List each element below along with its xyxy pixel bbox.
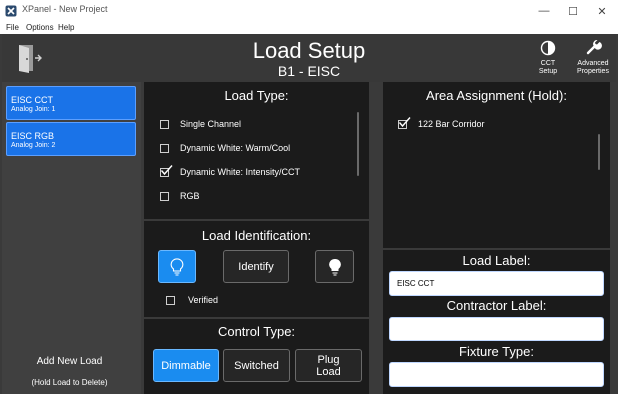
checkbox[interactable] [160,192,169,201]
load-item-name: EISC RGB [11,131,55,141]
scrollbar[interactable] [598,134,600,170]
cct-half-circle-icon [540,40,556,56]
lightbulb-outline-icon [170,257,184,275]
title-bar: XPanel - New Project — ☐ ✕ [0,0,618,22]
advanced-properties-button[interactable]: Advanced Properties [572,38,614,80]
load-label-title: Load Label: [462,253,531,268]
add-new-load-button[interactable]: Add New Load [2,356,137,367]
load-identification-title: Load Identification: [201,228,312,243]
control-type-title: Control Type: [217,324,296,339]
dimmable-button[interactable]: Dimmable [153,349,219,382]
cct-setup-label-line1: CCT [540,60,556,67]
load-type-list: Single Channel Dynamic White: Warm/Cool … [144,108,369,218]
load-type-title: Load Type: [224,88,289,103]
scrollbar[interactable] [357,112,359,176]
load-type-label: Single Channel [180,119,242,129]
minimize-button[interactable]: — [530,0,558,22]
load-item[interactable]: EISC RGB Analog Join: 2 [6,122,136,156]
menu-bar: File Options Help [0,22,618,34]
switched-button[interactable]: Switched [223,349,290,382]
identify-button[interactable]: Identify [223,250,289,283]
header: Load Setup B1 - EISC CCT Setup Advanced … [2,34,616,82]
area-panel: Area Assignment (Hold): 122 Bar Corridor… [383,82,610,394]
advanced-label-line2: Properties [577,68,609,75]
divider [144,219,369,221]
advanced-label-line1: Advanced [577,60,609,67]
checkmark-icon [160,165,173,176]
menu-options[interactable]: Options [26,23,54,32]
maximize-button[interactable]: ☐ [559,0,587,22]
page-title: Load Setup [252,38,366,63]
locate-light-button[interactable] [158,250,196,283]
menu-file[interactable]: File [6,23,19,32]
light-on-button[interactable] [315,250,354,283]
fixture-type-input[interactable] [389,362,604,387]
verified-checkbox[interactable] [166,296,175,305]
window-title: XPanel - New Project [22,4,108,14]
area-assignment-title: Area Assignment (Hold): [426,88,567,103]
app-window: XPanel - New Project — ☐ ✕ File Options … [0,0,618,394]
close-button[interactable]: ✕ [588,0,616,22]
load-label-input[interactable]: EISC CCT [389,271,604,296]
cct-setup-label-line2: Setup [538,68,558,75]
area-label: 122 Bar Corridor [418,119,485,129]
page-subtitle: B1 - EISC [277,63,341,79]
fixture-type-title: Fixture Type: [459,344,534,359]
load-item-join: Analog Join: 2 [11,142,56,149]
contractor-label-input[interactable] [389,317,604,341]
load-settings-panel: Load Type: Single Channel Dynamic White:… [144,82,369,394]
load-list-panel: EISC CCT Analog Join: 1 EISC RGB Analog … [2,82,141,394]
load-item-join: Analog Join: 1 [11,106,56,113]
load-type-label: Dynamic White: Intensity/CCT [180,167,301,177]
cct-setup-button[interactable]: CCT Setup [532,38,564,80]
lightbulb-filled-icon [328,258,341,275]
checkbox[interactable] [160,144,169,153]
load-type-label: Dynamic White: Warm/Cool [180,143,291,153]
load-item[interactable]: EISC CCT Analog Join: 1 [6,86,136,120]
divider [144,317,369,319]
load-item-name: EISC CCT [11,95,54,105]
wrench-icon [586,39,602,55]
menu-help[interactable]: Help [58,23,74,32]
load-type-label: RGB [180,191,200,201]
delete-hint: (Hold Load to Delete) [31,378,108,387]
verified-label: Verified [188,295,219,305]
checkbox[interactable] [160,120,169,129]
app-logo-icon [5,5,17,17]
checkmark-icon [398,117,411,128]
contractor-label-title: Contractor Label: [446,298,547,313]
plug-load-button[interactable]: Plug Load [295,349,362,382]
divider [383,248,610,250]
